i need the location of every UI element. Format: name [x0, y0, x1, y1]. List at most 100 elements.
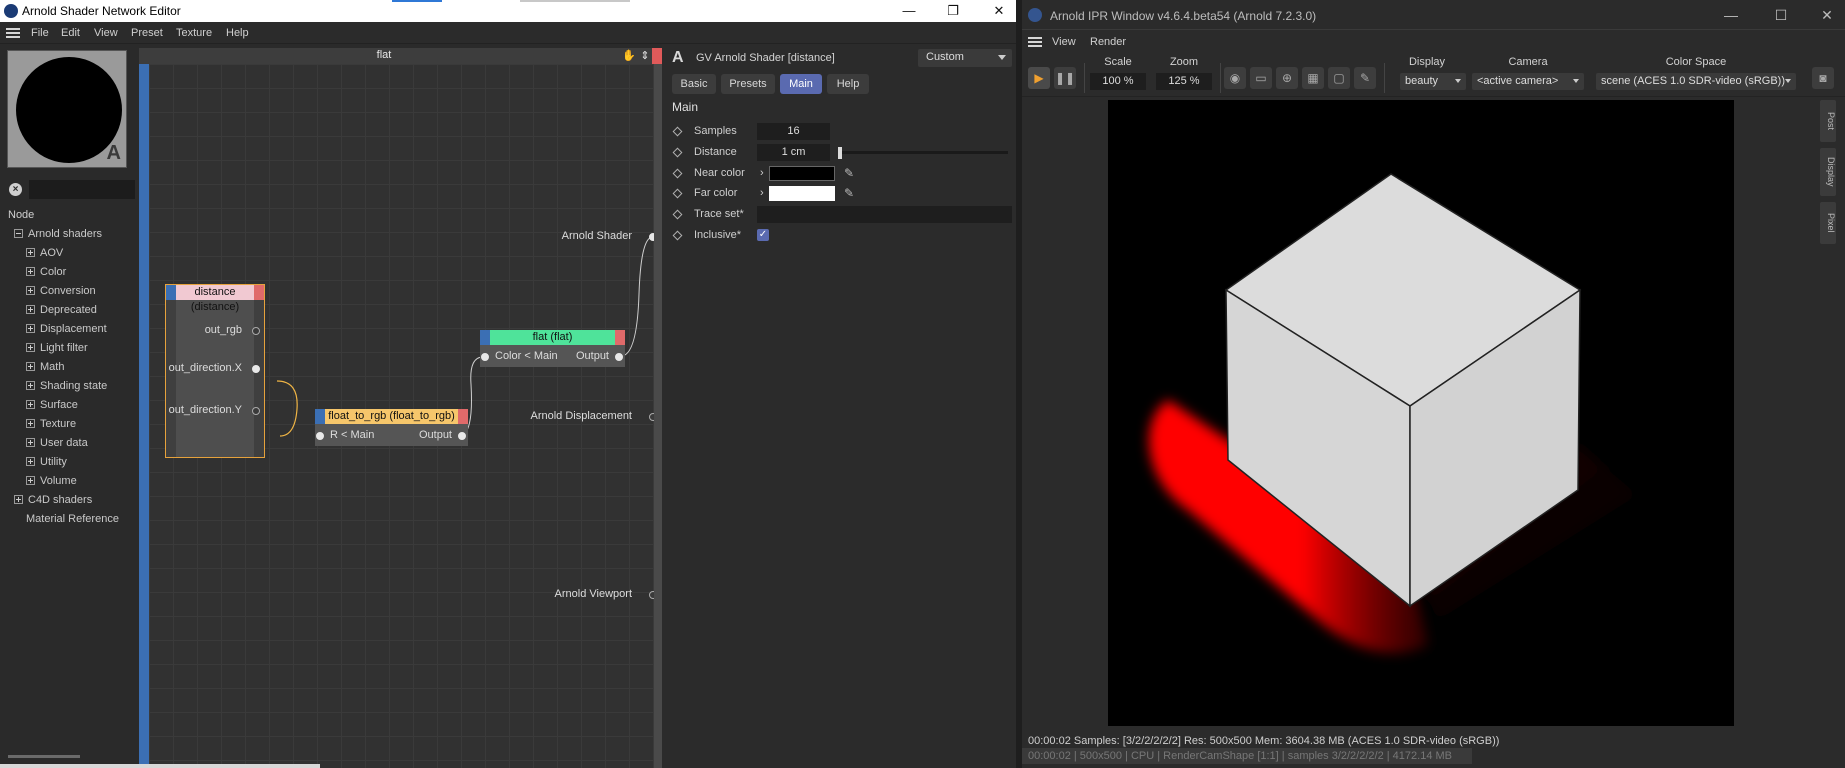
- tree-item-math[interactable]: Math: [26, 357, 64, 376]
- monitor-icon[interactable]: ▭: [1250, 67, 1272, 89]
- tree-item-surface[interactable]: Surface: [26, 395, 78, 414]
- port-output-socket[interactable]: [458, 432, 466, 440]
- tree-item-displacement[interactable]: Displacement: [26, 319, 107, 338]
- expand-icon[interactable]: [26, 419, 35, 428]
- node-distance[interactable]: distance (distance) out_rgb out_directio…: [165, 284, 265, 458]
- hand-icon[interactable]: ✋: [622, 49, 636, 62]
- tree-item-volume[interactable]: Volume: [26, 471, 77, 490]
- expand-icon[interactable]: [26, 324, 35, 333]
- expand-icon[interactable]: [26, 286, 35, 295]
- tab-main[interactable]: Main: [780, 74, 822, 94]
- globe-icon[interactable]: ⊕: [1276, 67, 1298, 89]
- port-r-socket[interactable]: [316, 432, 324, 440]
- node-float-to-rgb[interactable]: float_to_rgb (float_to_rgb) R < Main Out…: [315, 409, 468, 446]
- side-tab-pixel[interactable]: Pixel: [1820, 202, 1836, 244]
- preset-dropdown[interactable]: Custom: [918, 49, 1012, 67]
- tree-item-texture[interactable]: Texture: [26, 414, 76, 433]
- menu-texture[interactable]: Texture: [176, 27, 212, 39]
- output-arnold-shader-socket[interactable]: [649, 233, 654, 241]
- tab-presets[interactable]: Presets: [721, 74, 775, 94]
- keyframe-diamond-icon[interactable]: [672, 126, 683, 137]
- tree-item-user-data[interactable]: User data: [26, 433, 88, 452]
- keyframe-diamond-icon[interactable]: [672, 168, 683, 179]
- menu-help[interactable]: Help: [226, 27, 249, 39]
- hamburger-menu-icon[interactable]: [1028, 37, 1042, 47]
- menu-file[interactable]: File: [31, 27, 49, 39]
- tab-basic[interactable]: Basic: [672, 74, 716, 94]
- expand-icon[interactable]: [26, 305, 35, 314]
- port-output-socket[interactable]: [615, 353, 623, 361]
- expand-arrow-icon[interactable]: ›: [760, 187, 764, 199]
- play-icon[interactable]: ▶: [1028, 67, 1050, 89]
- side-tab-display[interactable]: Display: [1820, 148, 1836, 196]
- clear-search-icon[interactable]: ×: [9, 183, 22, 196]
- expand-icon[interactable]: [26, 362, 35, 371]
- keyframe-diamond-icon[interactable]: [672, 230, 683, 241]
- near-color-swatch[interactable]: [769, 166, 835, 181]
- port-color-socket[interactable]: [481, 353, 489, 361]
- tree-item-deprecated[interactable]: Deprecated: [26, 300, 97, 319]
- scale-field[interactable]: 100 %: [1090, 73, 1146, 90]
- keyframe-diamond-icon[interactable]: [672, 188, 683, 199]
- render-viewport[interactable]: [1108, 100, 1734, 726]
- eyedropper-icon[interactable]: ✎: [844, 166, 858, 180]
- tree-item-shading-state[interactable]: Shading state: [26, 376, 107, 395]
- eyedropper-icon[interactable]: ✎: [844, 186, 858, 200]
- tree-item-conversion[interactable]: Conversion: [26, 281, 96, 300]
- collapse-icon[interactable]: [14, 229, 23, 238]
- expand-icon[interactable]: [26, 267, 35, 276]
- menu-view[interactable]: View: [94, 27, 118, 39]
- expand-arrow-icon[interactable]: ›: [760, 167, 764, 179]
- search-input[interactable]: [29, 180, 135, 199]
- minimize-icon[interactable]: —: [898, 2, 920, 20]
- minimize-icon[interactable]: —: [1718, 6, 1744, 24]
- hamburger-menu-icon[interactable]: [6, 28, 20, 38]
- expand-icon[interactable]: [26, 400, 35, 409]
- output-arnold-displacement-socket[interactable]: [649, 413, 654, 421]
- brush-icon[interactable]: ✎: [1354, 67, 1376, 89]
- display-dropdown[interactable]: beauty: [1400, 73, 1466, 90]
- close-icon[interactable]: ✕: [988, 2, 1010, 20]
- expand-icon[interactable]: [26, 381, 35, 390]
- tree-item-arnold-shaders[interactable]: Arnold shaders: [14, 224, 102, 243]
- expand-icon[interactable]: [14, 495, 23, 504]
- expand-icon[interactable]: [26, 457, 35, 466]
- port-out-direction-y-socket[interactable]: [252, 407, 260, 415]
- output-arnold-viewport-socket[interactable]: [649, 591, 654, 599]
- expand-icon[interactable]: [26, 248, 35, 257]
- horizontal-scrollbar[interactable]: [8, 755, 80, 758]
- keyframe-diamond-icon[interactable]: [672, 147, 683, 158]
- camera-icon[interactable]: ◙: [1812, 67, 1834, 89]
- distance-slider-track[interactable]: [838, 151, 1008, 154]
- side-tab-post[interactable]: Post: [1820, 100, 1836, 142]
- inclusive-checkbox[interactable]: ✓: [757, 229, 769, 241]
- maximize-icon[interactable]: ☐: [1768, 6, 1794, 24]
- far-color-swatch[interactable]: [769, 186, 835, 201]
- tree-item-aov[interactable]: AOV: [26, 243, 63, 262]
- distance-slider-thumb[interactable]: [838, 147, 842, 159]
- move-icon[interactable]: ⇕: [639, 49, 651, 62]
- node-flat[interactable]: flat (flat) Color < Main Output: [480, 330, 625, 367]
- samples-field[interactable]: 16: [757, 123, 830, 140]
- tree-item-utility[interactable]: Utility: [26, 452, 67, 471]
- tree-item-c4d-shaders[interactable]: C4D shaders: [14, 490, 92, 509]
- distance-field[interactable]: 1 cm: [757, 144, 830, 161]
- tree-item-light-filter[interactable]: Light filter: [26, 338, 88, 357]
- colorspace-dropdown[interactable]: scene (ACES 1.0 SDR-video (sRGB)): [1596, 73, 1796, 90]
- snapshot-icon[interactable]: ◉: [1224, 67, 1246, 89]
- pause-icon[interactable]: ❚❚: [1054, 67, 1076, 89]
- camera-dropdown[interactable]: <active camera>: [1472, 73, 1584, 90]
- menu-edit[interactable]: Edit: [61, 27, 80, 39]
- trace-set-field[interactable]: [757, 206, 1012, 223]
- menu-preset[interactable]: Preset: [131, 27, 163, 39]
- zoom-field[interactable]: 125 %: [1156, 73, 1212, 90]
- tree-item-material-reference[interactable]: Material Reference: [26, 509, 119, 528]
- expand-icon[interactable]: [26, 476, 35, 485]
- tab-help[interactable]: Help: [827, 74, 869, 94]
- expand-icon[interactable]: [26, 438, 35, 447]
- layers-icon[interactable]: ▦: [1302, 67, 1324, 89]
- close-icon[interactable]: ✕: [1814, 6, 1840, 24]
- keyframe-diamond-icon[interactable]: [672, 209, 683, 220]
- region-icon[interactable]: ▢: [1328, 67, 1350, 89]
- restore-icon[interactable]: ❐: [942, 2, 964, 20]
